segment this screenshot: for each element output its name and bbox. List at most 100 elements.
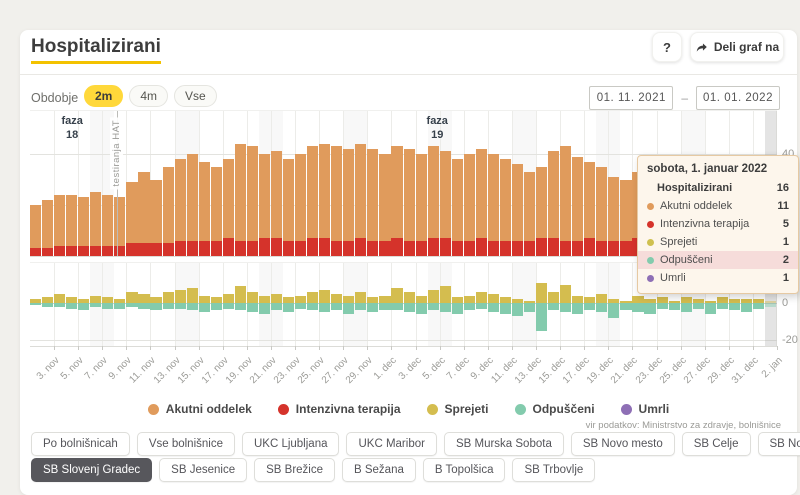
bar-odpusceni[interactable] — [102, 303, 114, 309]
bar-akutni-oddelek[interactable] — [186, 154, 198, 241]
bar-odpusceni[interactable] — [246, 303, 258, 313]
share-button[interactable]: Deli graf na — [690, 32, 784, 62]
bar-odpusceni[interactable] — [186, 303, 198, 311]
bar-akutni-oddelek[interactable] — [391, 146, 403, 239]
bar-odpusceni[interactable] — [572, 303, 584, 315]
bar-akutni-oddelek[interactable] — [367, 148, 379, 241]
bar-intenzivna-terapija[interactable] — [150, 243, 162, 256]
bar-akutni-oddelek[interactable] — [403, 148, 415, 241]
bar-intenzivna-terapija[interactable] — [511, 240, 524, 256]
bar-akutni-oddelek[interactable] — [126, 182, 138, 244]
bar-akutni-oddelek[interactable] — [198, 161, 210, 241]
bar-odpusceni[interactable] — [307, 303, 319, 311]
bar-odpusceni[interactable] — [548, 303, 560, 311]
bar-intenzivna-terapija[interactable] — [391, 238, 403, 256]
bar-akutni-oddelek[interactable] — [283, 159, 295, 241]
bar-intenzivna-terapija[interactable] — [487, 240, 499, 256]
bar-odpusceni[interactable] — [523, 303, 536, 313]
bar-odpusceni[interactable] — [234, 303, 246, 311]
bar-odpusceni[interactable] — [30, 303, 42, 305]
bar-sprejeti[interactable] — [162, 291, 174, 303]
bar-sprejeti[interactable] — [548, 291, 560, 303]
bar-intenzivna-terapija[interactable] — [427, 238, 439, 256]
bar-odpusceni[interactable] — [644, 303, 656, 315]
bar-intenzivna-terapija[interactable] — [355, 238, 367, 256]
bar-akutni-oddelek[interactable] — [379, 154, 391, 241]
hospital-filter-sb-celje[interactable]: SB Celje — [681, 432, 751, 456]
bar-akutni-oddelek[interactable] — [620, 179, 632, 241]
bar-odpusceni[interactable] — [608, 303, 620, 318]
bar-intenzivna-terapija[interactable] — [246, 240, 258, 256]
bar-sprejeti[interactable] — [415, 295, 427, 303]
hospital-filter-po-bolni-nicah[interactable]: Po bolnišnicah — [31, 432, 130, 456]
bar-intenzivna-terapija[interactable] — [222, 238, 234, 256]
bar-intenzivna-terapija[interactable] — [499, 240, 512, 256]
bar-odpusceni[interactable] — [451, 303, 463, 315]
bar-sprejeti[interactable] — [596, 293, 608, 303]
bar-intenzivna-terapija[interactable] — [102, 245, 114, 256]
bar-odpusceni[interactable] — [391, 303, 403, 311]
bar-odpusceni[interactable] — [343, 303, 355, 315]
bar-sprejeti[interactable] — [403, 291, 415, 303]
bar-intenzivna-terapija[interactable] — [54, 245, 66, 256]
bar-odpusceni[interactable] — [270, 303, 283, 311]
date-from-input[interactable] — [589, 86, 674, 110]
bar-intenzivna-terapija[interactable] — [162, 243, 174, 256]
bar-akutni-oddelek[interactable] — [66, 194, 78, 246]
bar-intenzivna-terapija[interactable] — [42, 248, 54, 256]
bar-intenzivna-terapija[interactable] — [367, 240, 379, 256]
bar-odpusceni[interactable] — [596, 303, 608, 313]
bar-odpusceni[interactable] — [138, 303, 150, 309]
date-to-input[interactable] — [696, 86, 780, 110]
legend-item[interactable]: Odpuščeni — [514, 402, 595, 416]
bar-akutni-oddelek[interactable] — [487, 154, 499, 241]
legend-item[interactable]: Umrli — [620, 402, 669, 416]
bar-odpusceni[interactable] — [511, 303, 524, 316]
bar-odpusceni[interactable] — [174, 303, 186, 309]
bar-akutni-oddelek[interactable] — [174, 159, 186, 241]
hospital-filter-ukc-ljubljana[interactable]: UKC Ljubljana — [241, 432, 340, 456]
bar-intenzivna-terapija[interactable] — [620, 240, 632, 256]
bar-sprejeti[interactable] — [198, 295, 210, 303]
bar-intenzivna-terapija[interactable] — [307, 238, 319, 256]
bar-akutni-oddelek[interactable] — [30, 205, 42, 249]
bar-akutni-oddelek[interactable] — [584, 161, 596, 239]
bar-odpusceni[interactable] — [42, 303, 54, 307]
bar-intenzivna-terapija[interactable] — [403, 240, 415, 256]
bar-odpusceni[interactable] — [584, 303, 596, 311]
bar-odpusceni[interactable] — [560, 303, 572, 313]
bar-akutni-oddelek[interactable] — [150, 179, 162, 244]
bar-intenzivna-terapija[interactable] — [186, 240, 198, 256]
hospital-filter-sb-slovenj-gradec[interactable]: SB Slovenj Gradec — [31, 458, 153, 482]
bar-odpusceni[interactable] — [258, 303, 271, 315]
bar-odpusceni[interactable] — [704, 303, 716, 315]
bar-akutni-oddelek[interactable] — [331, 146, 343, 241]
period-pill-4m[interactable]: 4m — [129, 85, 169, 107]
bar-intenzivna-terapija[interactable] — [138, 243, 150, 256]
bar-akutni-oddelek[interactable] — [138, 171, 150, 244]
bar-odpusceni[interactable] — [295, 303, 307, 309]
bar-akutni-oddelek[interactable] — [499, 159, 512, 241]
bar-intenzivna-terapija[interactable] — [210, 240, 222, 256]
hospital-filter-vse-bolni-nice[interactable]: Vse bolnišnice — [136, 432, 235, 456]
bar-odpusceni[interactable] — [90, 303, 102, 307]
bar-intenzivna-terapija[interactable] — [78, 245, 90, 256]
bar-intenzivna-terapija[interactable] — [548, 238, 560, 256]
bar-odpusceni[interactable] — [379, 303, 391, 311]
bar-intenzivna-terapija[interactable] — [584, 238, 596, 256]
hospital-filter-sb-novo-mesto[interactable]: SB Novo mesto — [570, 432, 675, 456]
bar-intenzivna-terapija[interactable] — [572, 240, 584, 256]
bar-odpusceni[interactable] — [403, 303, 415, 313]
bar-sprejeti[interactable] — [632, 295, 644, 303]
bar-intenzivna-terapija[interactable] — [126, 243, 138, 256]
bar-akutni-oddelek[interactable] — [511, 164, 524, 241]
bar-sprejeti[interactable] — [174, 290, 186, 303]
bar-sprejeti[interactable] — [572, 295, 584, 303]
bar-intenzivna-terapija[interactable] — [439, 238, 451, 256]
bar-sprejeti[interactable] — [138, 293, 150, 303]
bar-intenzivna-terapija[interactable] — [258, 238, 271, 256]
bar-odpusceni[interactable] — [716, 303, 728, 309]
bar-sprejeti[interactable] — [222, 293, 234, 303]
bar-odpusceni[interactable] — [632, 303, 644, 313]
bar-odpusceni[interactable] — [210, 303, 222, 311]
